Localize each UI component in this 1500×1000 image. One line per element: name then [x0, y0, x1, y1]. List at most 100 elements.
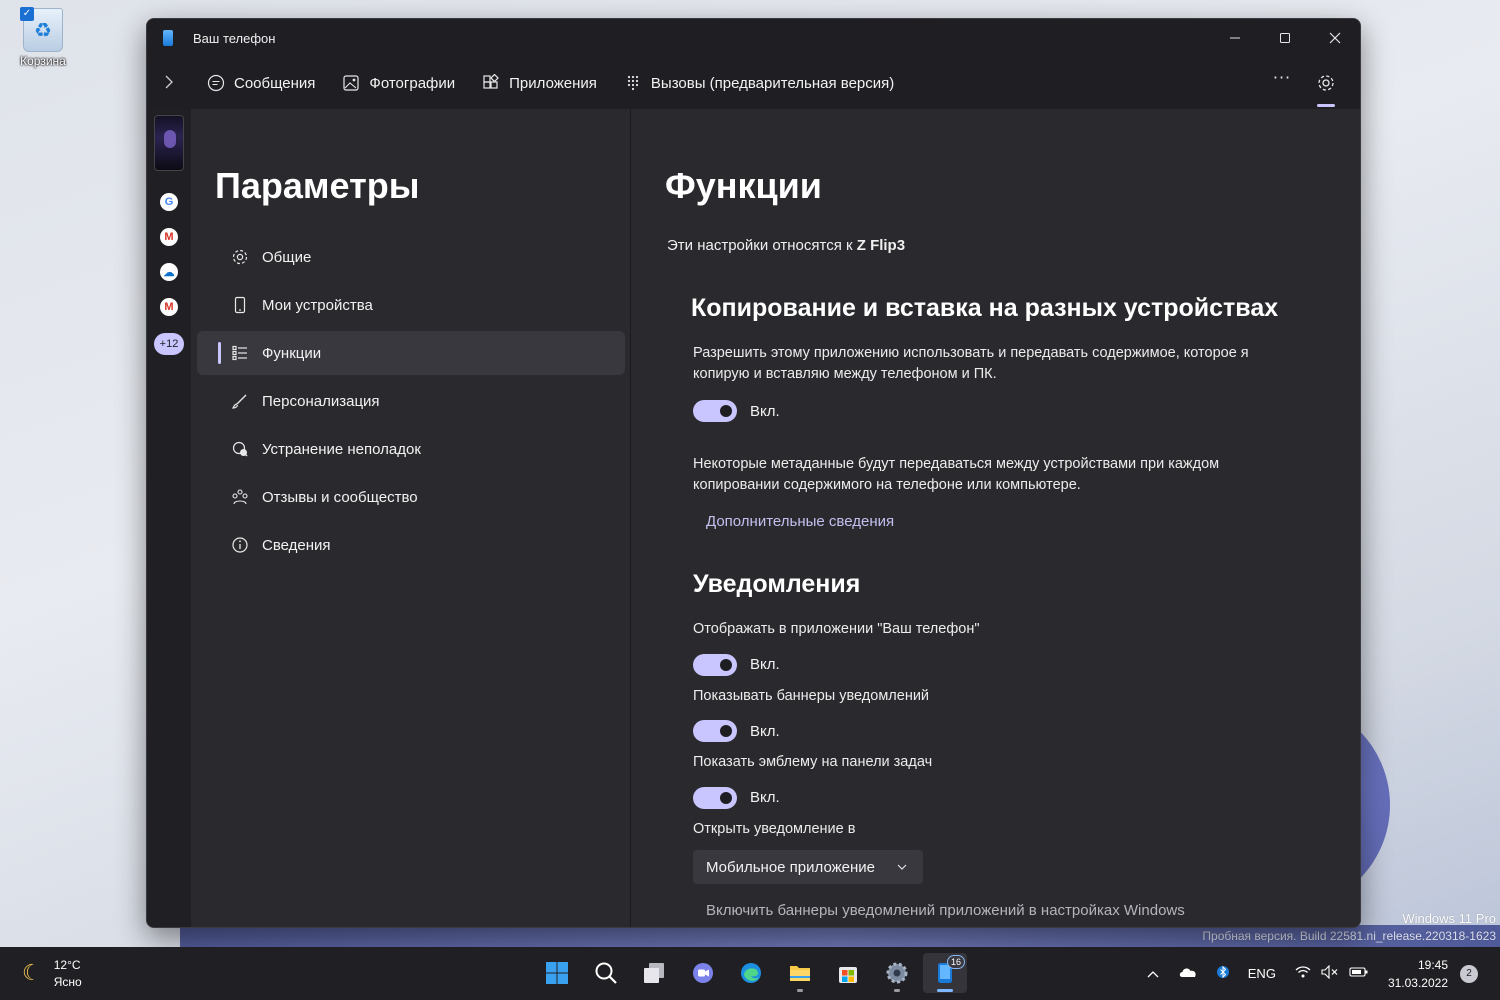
volume-muted-icon[interactable] — [1321, 964, 1339, 982]
chevron-up-icon[interactable] — [1147, 966, 1159, 981]
copy-paste-description: Разрешить этому приложению использовать … — [693, 345, 1249, 382]
troubleshoot-icon — [231, 440, 249, 458]
onedrive-icon[interactable] — [1178, 966, 1198, 981]
clock-time: 19:45 — [1417, 957, 1448, 972]
settings-item-label: Функции — [262, 344, 322, 362]
phone-rail: G M ☁ M +12 — [147, 109, 191, 927]
settings-item-general[interactable]: Общие — [197, 235, 625, 279]
gear-icon — [886, 962, 907, 984]
info-icon — [231, 536, 249, 554]
clock[interactable]: 19:45 31.03.2022 — [1388, 956, 1448, 992]
features-content: Функции Эти настройки относятся к Z Flip… — [631, 109, 1360, 927]
top-navigation: Сообщения Фотографии Приложения Вызовы (… — [147, 57, 1360, 109]
taskbar: ☾ 12°C Ясно 16 ENG 19:45 31.03.2022 2 — [0, 947, 1500, 1000]
taskbar-badge-label: Показать эмблему на панели задач — [693, 754, 933, 770]
task-view-icon — [644, 963, 664, 983]
more-apps-badge[interactable]: +12 — [154, 333, 184, 355]
your-phone-window: Ваш телефон Сообщения Фотографии Приложе… — [146, 18, 1361, 928]
windows-logo-icon — [546, 962, 568, 984]
running-indicator — [893, 989, 900, 992]
your-phone-taskbar-button[interactable]: 16 — [923, 953, 967, 993]
tab-calls[interactable]: Вызовы (предварительная версия) — [624, 74, 894, 92]
settings-title: Параметры — [215, 165, 420, 206]
file-explorer-button[interactable] — [778, 953, 822, 993]
gear-icon — [1318, 75, 1334, 91]
settings-item-label: Сведения — [262, 536, 331, 554]
chevron-down-icon — [897, 861, 907, 873]
open-in-value: Мобильное приложение — [706, 858, 875, 876]
settings-item-features[interactable]: Функции — [197, 331, 625, 375]
weather-temperature: 12°C — [53, 957, 81, 972]
gmail-app-icon[interactable]: M — [160, 228, 178, 246]
edge-button[interactable] — [729, 953, 773, 993]
build-watermark: Пробная версия. Build 22581.ni_release.2… — [1202, 929, 1496, 943]
copy-paste-toggle[interactable] — [693, 400, 737, 422]
phone-screen-thumbnail[interactable] — [154, 115, 184, 171]
wifi-icon[interactable] — [1295, 966, 1311, 981]
list-icon — [231, 344, 249, 362]
onedrive-app-icon[interactable]: ☁ — [160, 263, 178, 281]
search-button[interactable] — [584, 953, 628, 993]
running-indicator — [937, 989, 953, 992]
weather-widget[interactable]: ☾ 12°C Ясно — [22, 957, 82, 991]
recycle-bin-icon: ✓ ♻ — [20, 7, 63, 52]
minimize-icon — [1230, 37, 1240, 39]
chat-icon — [692, 963, 713, 983]
bluetooth-icon[interactable] — [1216, 964, 1229, 983]
task-view-button[interactable] — [632, 953, 676, 993]
settings-item-personalization[interactable]: Персонализация — [197, 379, 625, 423]
settings-item-label: Отзывы и сообщество — [262, 488, 418, 506]
maximize-button[interactable] — [1260, 21, 1310, 55]
title-bar[interactable]: Ваш телефон — [147, 19, 1360, 57]
gear-icon — [231, 248, 249, 266]
recycle-bin-label: Корзина — [20, 54, 66, 68]
settings-item-label: Устранение неполадок — [262, 440, 421, 458]
more-options-button[interactable]: ··· — [1266, 68, 1298, 98]
applies-to-text: Эти настройки относятся к Z Flip3 — [667, 237, 1360, 254]
running-indicator — [796, 989, 803, 992]
tab-messages[interactable]: Сообщения — [207, 74, 315, 92]
expand-pane-button[interactable] — [147, 73, 191, 94]
language-indicator[interactable]: ENG — [1248, 966, 1276, 981]
taskbar-badge-toggle[interactable] — [693, 786, 737, 809]
search-icon — [595, 962, 617, 984]
windows-banners-settings-link[interactable]: Включить баннеры уведомлений приложений … — [706, 902, 1293, 919]
metadata-note: Некоторые метаданные будут передаваться … — [693, 456, 1220, 493]
settings-item-label: Общие — [262, 248, 312, 266]
system-tray: ENG 19:45 31.03.2022 2 — [1147, 947, 1500, 1000]
close-icon — [1329, 32, 1341, 44]
close-button[interactable] — [1310, 21, 1360, 55]
tab-calls-label: Вызовы (предварительная версия) — [650, 74, 895, 92]
tab-apps[interactable]: Приложения — [482, 74, 597, 92]
page-title: Функции — [665, 165, 822, 206]
settings-item-my-devices[interactable]: Мои устройства — [197, 283, 625, 327]
battery-icon[interactable] — [1349, 966, 1369, 981]
dialpad-icon — [624, 74, 642, 92]
more-info-link[interactable]: Дополнительные сведения — [706, 513, 894, 530]
settings-app-button[interactable] — [875, 953, 919, 993]
recycle-bin[interactable]: ✓ ♻ Корзина — [10, 4, 76, 68]
banners-toggle[interactable] — [693, 720, 737, 742]
weather-condition: Ясно — [53, 974, 82, 989]
store-button[interactable] — [826, 953, 870, 993]
tab-photos[interactable]: Фотографии — [342, 74, 455, 92]
settings-item-troubleshooting[interactable]: Устранение неполадок — [197, 427, 625, 471]
settings-item-feedback-community[interactable]: Отзывы и сообщество — [197, 475, 625, 519]
copy-paste-toggle-label: Вкл. — [750, 402, 780, 420]
gmail-app-icon-2[interactable]: M — [160, 298, 178, 316]
settings-item-about[interactable]: Сведения — [197, 523, 625, 567]
brush-icon — [231, 392, 249, 410]
notification-center-badge[interactable]: 2 — [1460, 964, 1478, 983]
community-icon — [231, 488, 249, 506]
minimize-button[interactable] — [1210, 21, 1260, 55]
settings-button[interactable] — [1308, 65, 1344, 107]
show-in-app-toggle[interactable] — [693, 653, 737, 676]
open-in-dropdown[interactable]: Мобильное приложение — [693, 850, 923, 884]
start-button[interactable] — [535, 953, 579, 993]
apps-icon — [482, 74, 500, 92]
tab-messages-label: Сообщения — [234, 74, 316, 92]
google-app-icon[interactable]: G — [160, 193, 178, 211]
teams-chat-button[interactable] — [681, 953, 725, 993]
checkbox-icon: ✓ — [20, 7, 34, 21]
banners-toggle-label: Вкл. — [750, 722, 780, 740]
